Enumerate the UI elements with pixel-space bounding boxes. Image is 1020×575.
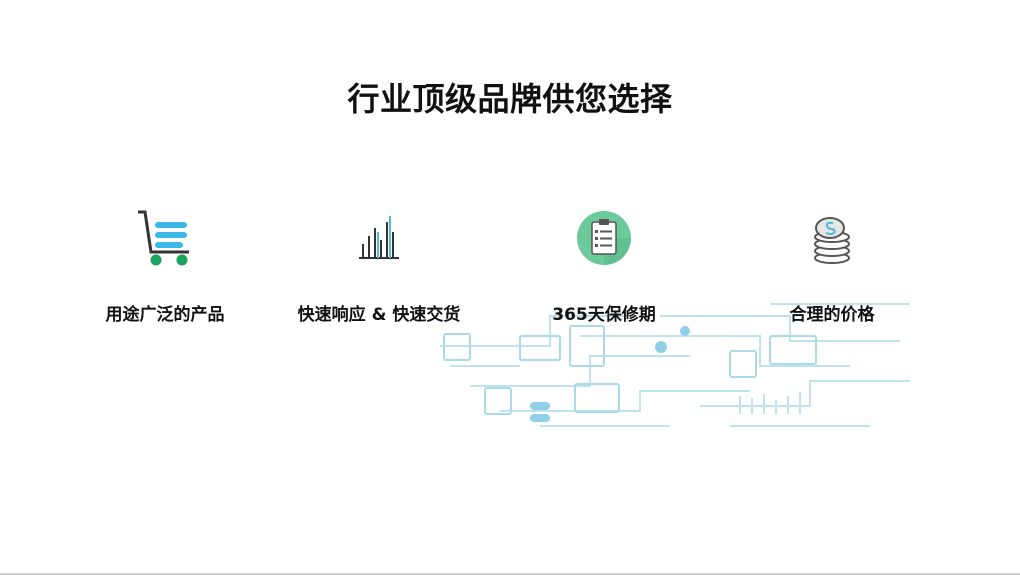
coin-stack-icon <box>814 217 850 264</box>
clipboard-icon <box>577 211 631 265</box>
page-title: 行业顶级品牌供您选择 <box>347 80 673 118</box>
shopping-cart-icon <box>138 210 189 266</box>
feature-products: 用途广泛的产品 <box>55 200 275 330</box>
feature-fast-response: 快速响应 & 快速交货 <box>269 200 489 330</box>
features-row: 用途广泛的产品 快速响应 & 快速交货 365天保修期 合理的价格 <box>0 200 1020 340</box>
feature-price: 合理的价格 <box>722 200 942 330</box>
bar-chart-icon <box>359 216 399 259</box>
feature-label: 合理的价格 <box>789 305 875 325</box>
feature-label: 365天保修期 <box>552 305 656 325</box>
feature-label: 用途广泛的产品 <box>105 305 225 325</box>
feature-warranty: 365天保修期 <box>494 200 714 330</box>
feature-label: 快速响应 & 快速交货 <box>297 305 461 325</box>
